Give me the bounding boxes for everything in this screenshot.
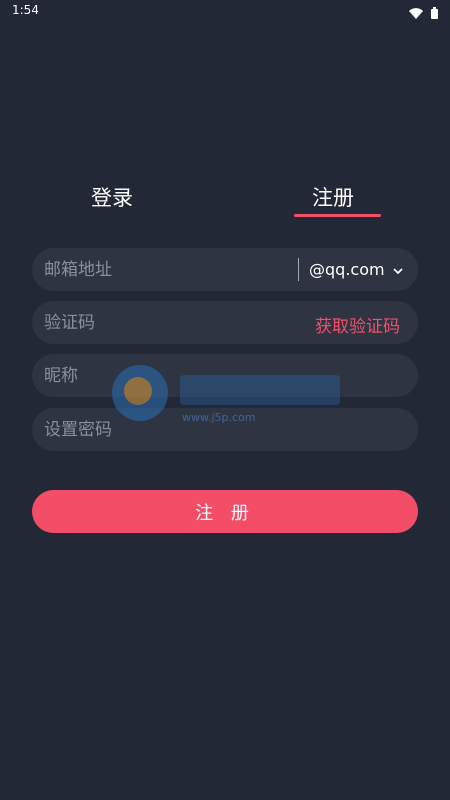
tab-login[interactable]: 登录 xyxy=(91,182,133,212)
email-domain-select[interactable]: @qq.com xyxy=(309,248,403,291)
register-submit-button[interactable]: 注 册 xyxy=(32,490,418,533)
chevron-down-icon xyxy=(392,260,403,279)
email-domain-value: @qq.com xyxy=(309,260,385,279)
password-field-container xyxy=(32,408,418,451)
nickname-field-container xyxy=(32,354,418,397)
password-input[interactable] xyxy=(44,408,284,451)
email-input[interactable] xyxy=(44,248,284,291)
status-bar: 1:54 xyxy=(0,0,450,24)
status-time: 1:54 xyxy=(12,3,39,17)
tab-register[interactable]: 注册 xyxy=(312,182,354,212)
email-field-container: @qq.com xyxy=(32,248,418,291)
domain-divider xyxy=(298,258,299,281)
register-screen: 1:54 登录 注册 @qq.com 获取验证码 注 册 xyxy=(0,0,450,800)
nickname-input[interactable] xyxy=(44,354,284,397)
wifi-icon xyxy=(409,4,423,23)
verification-code-field-container: 获取验证码 xyxy=(32,301,418,344)
active-tab-indicator xyxy=(294,214,381,217)
verification-code-input[interactable] xyxy=(44,301,284,344)
get-code-button[interactable]: 获取验证码 xyxy=(315,312,400,337)
status-icons xyxy=(409,4,438,23)
battery-icon xyxy=(431,4,438,23)
